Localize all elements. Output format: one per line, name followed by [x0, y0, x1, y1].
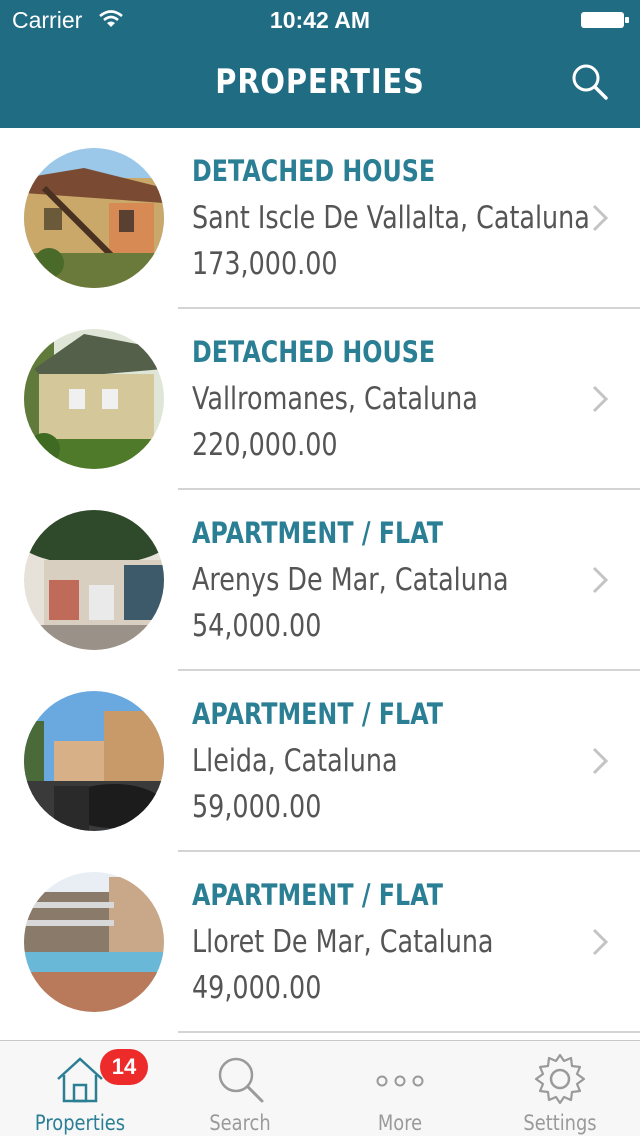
- list-item[interactable]: APARTMENT / FLAT Arenys De Mar, Cataluna…: [0, 490, 640, 671]
- tab-label: Properties: [34, 1111, 126, 1135]
- tab-label: Search: [209, 1111, 271, 1135]
- search-icon: [572, 64, 608, 100]
- property-price: 59,000.00: [192, 789, 322, 825]
- property-photo: [24, 691, 164, 831]
- tab-label: Settings: [523, 1111, 597, 1135]
- property-type: APARTMENT / FLAT: [192, 516, 443, 550]
- page-title: PROPERTIES: [215, 62, 425, 102]
- chevron-right-icon: [592, 204, 609, 232]
- gear-icon: [534, 1053, 586, 1105]
- tab-search[interactable]: Search: [160, 1041, 320, 1136]
- list-item[interactable]: DETACHED HOUSE Sant Iscle De Vallalta, C…: [0, 128, 640, 309]
- property-type: DETACHED HOUSE: [192, 154, 436, 188]
- property-photo: [24, 872, 164, 1012]
- list-item[interactable]: APARTMENT / FLAT Lleida, Cataluna 59,000…: [0, 671, 640, 852]
- property-location: Sant Iscle De Vallalta, Cataluna: [192, 200, 590, 236]
- chevron-right-icon: [592, 928, 609, 956]
- battery-icon: [581, 12, 629, 28]
- notification-badge: 14: [100, 1049, 148, 1085]
- home-icon: [57, 1057, 103, 1103]
- list-item[interactable]: APARTMENT / FLAT Lloret De Mar, Cataluna…: [0, 852, 640, 1033]
- tab-settings[interactable]: Settings: [480, 1041, 640, 1136]
- property-location: Lloret De Mar, Cataluna: [192, 924, 494, 960]
- chevron-right-icon: [592, 566, 609, 594]
- tab-label: More: [377, 1111, 423, 1135]
- tab-properties[interactable]: 14 Properties: [0, 1041, 160, 1136]
- property-photo: [24, 510, 164, 650]
- list-item[interactable]: DETACHED HOUSE Vallromanes, Cataluna 220…: [0, 309, 640, 490]
- property-location: Arenys De Mar, Cataluna: [192, 562, 509, 598]
- property-location: Vallromanes, Cataluna: [192, 381, 478, 417]
- property-price: 220,000.00: [192, 427, 338, 463]
- property-list[interactable]: DETACHED HOUSE Sant Iscle De Vallalta, C…: [0, 128, 640, 1040]
- chevron-right-icon: [592, 747, 609, 775]
- tab-bar: 14 Properties Search More Settings: [0, 1040, 640, 1136]
- property-photo: [24, 329, 164, 469]
- chevron-right-icon: [592, 385, 609, 413]
- property-price: 54,000.00: [192, 608, 322, 644]
- property-location: Lleida, Cataluna: [192, 743, 398, 779]
- status-bar: Carrier 10:42 AM: [0, 0, 640, 40]
- navigation-bar: PROPERTIES: [0, 40, 640, 128]
- property-price: 173,000.00: [192, 246, 338, 282]
- more-icon: [376, 1075, 424, 1087]
- property-photo: [24, 148, 164, 288]
- divider: [178, 1031, 640, 1033]
- tab-more[interactable]: More: [320, 1041, 480, 1136]
- property-type: APARTMENT / FLAT: [192, 697, 443, 731]
- search-button[interactable]: [568, 60, 612, 104]
- property-price: 49,000.00: [192, 970, 322, 1006]
- status-time: 10:42 AM: [269, 7, 371, 33]
- property-type: APARTMENT / FLAT: [192, 878, 443, 912]
- search-icon: [218, 1057, 264, 1103]
- property-type: DETACHED HOUSE: [192, 335, 436, 369]
